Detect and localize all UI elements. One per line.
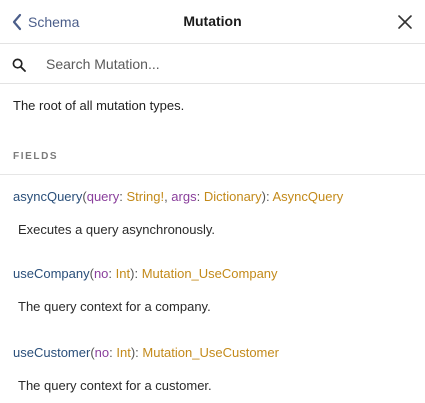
search-bar [0, 44, 425, 84]
field-item: asyncQuery(query: String!, args: Diction… [13, 189, 413, 237]
field-name-link[interactable]: asyncQuery [13, 189, 82, 204]
field-name-link[interactable]: useCustomer [13, 345, 90, 360]
arg-type-link[interactable]: Int [116, 345, 130, 360]
field-signature: useCustomer(no: Int): Mutation_UseCustom… [13, 345, 279, 360]
arg-name: query [86, 189, 120, 204]
divider [0, 174, 425, 175]
doc-explorer-header: Schema Mutation [0, 0, 425, 44]
field-name-link[interactable]: useCompany [13, 266, 90, 281]
doc-explorer-panel: Schema Mutation The root of all mutation… [0, 0, 425, 403]
field-item: useCustomer(no: Int): Mutation_UseCustom… [13, 345, 413, 393]
arg-type-link[interactable]: Dictionary [204, 189, 262, 204]
field-signature: asyncQuery(query: String!, args: Diction… [13, 189, 344, 204]
return-type-link[interactable]: Mutation_UseCustomer [142, 345, 279, 360]
arg-name: no [94, 345, 110, 360]
arg-type-link[interactable]: String! [126, 189, 164, 204]
field-description: Executes a query asynchronously. [18, 222, 216, 237]
page-title: Mutation [183, 13, 242, 29]
field-item: useCompany(no: Int): Mutation_UseCompany… [13, 266, 413, 314]
arg-name: no [93, 266, 109, 281]
return-type-link[interactable]: AsyncQuery [272, 189, 343, 204]
field-signature: useCompany(no: Int): Mutation_UseCompany [13, 266, 278, 281]
return-type-link[interactable]: Mutation_UseCompany [142, 266, 278, 281]
close-icon[interactable] [397, 14, 413, 30]
search-input[interactable] [46, 54, 406, 74]
arg-type-link[interactable]: Int [116, 266, 130, 281]
fields-heading: FIELDS [13, 151, 59, 162]
field-description: The query context for a customer. [18, 378, 212, 393]
arg-name: args [171, 189, 197, 204]
search-icon [12, 58, 26, 72]
type-description: The root of all mutation types. [13, 98, 185, 113]
field-description: The query context for a company. [18, 299, 211, 314]
